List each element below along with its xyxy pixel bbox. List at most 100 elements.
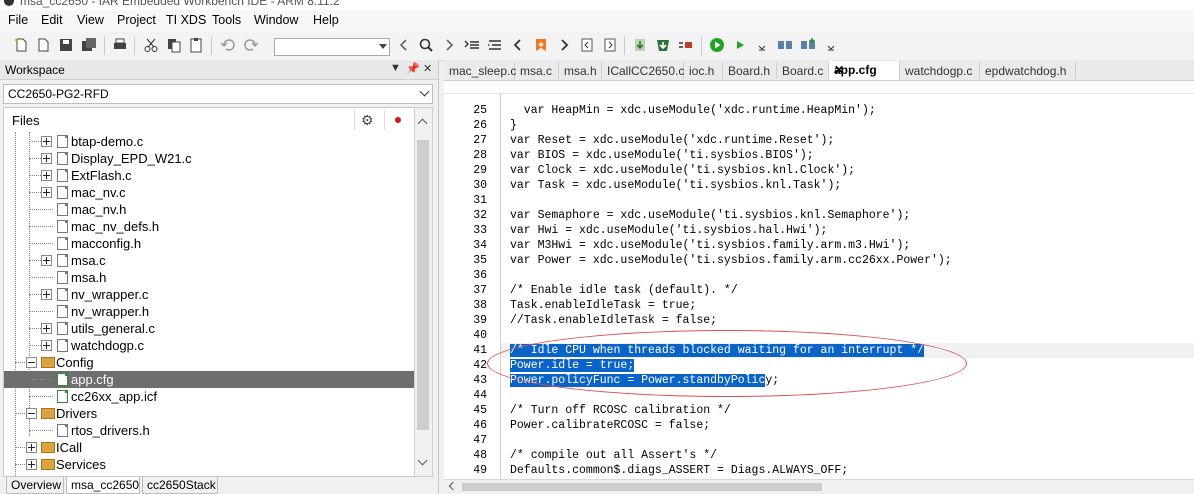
expand-icon[interactable] xyxy=(41,340,52,351)
expand-icon[interactable] xyxy=(41,187,52,198)
tree-vertical-scrollbar[interactable] xyxy=(414,107,433,477)
tree-item-display-epd[interactable]: Display_EPD_W21.c xyxy=(4,150,414,167)
cut-icon[interactable] xyxy=(143,37,159,53)
tab-board-c[interactable]: Board.c xyxy=(777,62,829,79)
code-line[interactable]: var Task = xdc.useModule('ti.sysbios.knl… xyxy=(510,179,841,192)
previous-bookmark-icon[interactable] xyxy=(579,37,595,53)
compile-icon[interactable] xyxy=(632,37,648,53)
make-icon[interactable] xyxy=(655,37,671,53)
tree-folder-services[interactable]: Services xyxy=(4,456,414,473)
code-line[interactable]: Power.idle = true; xyxy=(510,359,635,372)
menu-help[interactable]: Help xyxy=(313,13,339,27)
find-combo[interactable] xyxy=(274,38,390,56)
configuration-select[interactable]: CC2650-PG2-RFD xyxy=(3,84,433,104)
tab-msa-cc2650[interactable]: msa_cc2650 xyxy=(66,477,140,494)
code-line[interactable]: /* compile out all Assert's */ xyxy=(510,449,717,462)
gear-icon[interactable]: ⚙ xyxy=(361,112,374,129)
scroll-up-icon[interactable] xyxy=(417,118,428,129)
close-icon[interactable]: ✕ xyxy=(423,62,432,75)
bookmark-icon[interactable] xyxy=(533,37,549,53)
expand-icon[interactable] xyxy=(41,289,52,300)
scroll-thumb[interactable] xyxy=(462,483,822,491)
menu-ti-xds[interactable]: TI XDS xyxy=(166,13,206,27)
list-icon[interactable] xyxy=(487,37,503,53)
tree-item-rtos-drivers[interactable]: rtos_drivers.h xyxy=(4,422,414,439)
tree-item-mac-nv-h[interactable]: mac_nv.h xyxy=(4,201,414,218)
tree-folder-icall[interactable]: ICall xyxy=(4,439,414,456)
pin-icon[interactable]: 📌 xyxy=(406,62,420,75)
expand-icon[interactable] xyxy=(26,442,37,453)
code-line[interactable]: var Power = xdc.useModule('ti.sysbios.fa… xyxy=(510,254,952,267)
copy-icon[interactable] xyxy=(166,37,182,53)
new-document-icon[interactable] xyxy=(35,37,51,53)
paste-icon[interactable] xyxy=(188,37,204,53)
editor-horizontal-scrollbar[interactable] xyxy=(444,479,1194,494)
tab-overview[interactable]: Overview xyxy=(6,477,64,494)
tree-folder-config[interactable]: Config xyxy=(4,354,414,371)
menu-tools[interactable]: Tools xyxy=(212,13,241,27)
next-bookmark-icon[interactable] xyxy=(602,37,618,53)
scroll-thumb[interactable] xyxy=(417,140,429,430)
code-line[interactable]: //Task.enableIdleTask = false; xyxy=(510,314,717,327)
menu-view[interactable]: View xyxy=(77,13,104,27)
tree-item-cc26xx-app-icf[interactable]: cc26xx_app.icf xyxy=(4,388,414,405)
undo-icon[interactable] xyxy=(220,37,236,53)
window-layout-icon[interactable] xyxy=(777,37,793,53)
go-to-line-icon[interactable] xyxy=(464,37,480,53)
code-line[interactable]: var M3Hwi = xdc.useModule('ti.sysbios.fa… xyxy=(510,239,910,252)
code-line[interactable]: var Hwi = xdc.useModule('ti.sysbios.hal.… xyxy=(510,224,827,237)
code-line[interactable]: Power.policyFunc = Power.standbyPolicy; xyxy=(510,374,779,387)
window-split-icon[interactable] xyxy=(800,37,816,53)
tab-epdwatchdog-h[interactable]: epdwatchdog.h xyxy=(980,62,1076,79)
scroll-left-icon[interactable] xyxy=(448,481,458,491)
code-line[interactable]: Task.enableIdleTask = true; xyxy=(510,299,696,312)
menu-project[interactable]: Project xyxy=(117,13,156,27)
tree-item-mac-nv-c[interactable]: mac_nv.c xyxy=(4,184,414,201)
code-line[interactable]: Power.calibrateRCOSC = false; xyxy=(510,419,710,432)
tree-item-watchdogp[interactable]: watchdogp.c xyxy=(4,337,414,354)
tree-item-extflash[interactable]: ExtFlash.c xyxy=(4,167,414,184)
chevron-left-icon[interactable] xyxy=(396,37,412,53)
expand-icon[interactable] xyxy=(41,170,52,181)
tree-item-utils-general[interactable]: utils_general.c xyxy=(4,320,414,337)
navigate-back-icon[interactable] xyxy=(510,37,526,53)
download-and-debug-icon[interactable] xyxy=(709,37,725,53)
save-icon[interactable] xyxy=(58,37,74,53)
code-line[interactable]: var HeapMin = xdc.useModule('xdc.runtime… xyxy=(510,104,876,117)
menu-file[interactable]: File xyxy=(8,13,28,27)
collapse-icon[interactable] xyxy=(26,357,37,368)
expand-icon[interactable] xyxy=(41,136,52,147)
tab-msa-h[interactable]: msa.h xyxy=(559,62,602,79)
tree-item-btap-demo[interactable]: btap-demo.c xyxy=(4,133,414,150)
menu-window[interactable]: Window xyxy=(254,13,298,27)
toolbar-overflow-icon[interactable] xyxy=(754,37,766,53)
navigate-forward-icon[interactable] xyxy=(556,37,572,53)
tab-cc2650stack[interactable]: cc2650Stack xyxy=(142,477,218,494)
code-line[interactable]: /* Turn off RCOSC calibration */ xyxy=(510,404,731,417)
toolbar-overflow-icon[interactable] xyxy=(823,37,835,53)
code-line[interactable]: var Semaphore = xdc.useModule('ti.sysbio… xyxy=(510,209,910,222)
tab-watchdogp-c[interactable]: watchdogp.c xyxy=(900,62,980,79)
tree-item-msa-c[interactable]: msa.c xyxy=(4,252,414,269)
scroll-down-icon[interactable] xyxy=(417,455,428,466)
expand-icon[interactable] xyxy=(26,459,37,470)
stop-build-icon[interactable] xyxy=(678,37,694,53)
chevron-down-icon[interactable] xyxy=(379,44,387,49)
expand-icon[interactable] xyxy=(41,255,52,266)
tree-item-macconfig[interactable]: macconfig.h xyxy=(4,235,414,252)
tree-folder-drivers[interactable]: Drivers xyxy=(4,405,414,422)
expand-icon[interactable] xyxy=(41,153,52,164)
tab-ioc-h[interactable]: ioc.h xyxy=(684,62,723,79)
save-all-icon[interactable] xyxy=(81,37,97,53)
chevron-right-icon[interactable] xyxy=(441,37,457,53)
chevron-down-icon[interactable]: ▼ xyxy=(390,62,401,74)
new-file-icon[interactable] xyxy=(13,37,29,53)
code-line[interactable]: var Reset = xdc.useModule('xdc.runtime.R… xyxy=(510,134,834,147)
tree-item-nv-wrapper-c[interactable]: nv_wrapper.c xyxy=(4,286,414,303)
expand-icon[interactable] xyxy=(41,323,52,334)
code-line[interactable]: } xyxy=(510,119,517,132)
code-line[interactable]: var Clock = xdc.useModule('ti.sysbios.kn… xyxy=(510,164,855,177)
code-line[interactable]: /* Enable idle task (default). */ xyxy=(510,284,738,297)
tab-app-cfg[interactable]: app.cfg ✕ xyxy=(829,61,900,80)
redo-icon[interactable] xyxy=(243,37,259,53)
